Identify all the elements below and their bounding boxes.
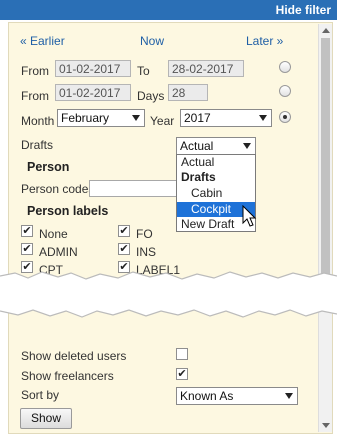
to-date-field[interactable]: 28-02-2017 [168, 60, 244, 77]
month-radio[interactable] [279, 111, 291, 123]
days-range-radio[interactable] [279, 85, 291, 97]
check-icon: ✔ [22, 225, 32, 237]
show-deleted-label: Show deleted users [21, 349, 127, 363]
scroll-up-icon[interactable] [322, 28, 330, 33]
sort-by-label: Sort by [21, 388, 60, 402]
date-range-radio[interactable] [279, 61, 291, 73]
drafts-value: Actual [180, 139, 214, 153]
check-icon: ✔ [22, 243, 32, 255]
year-select[interactable]: 2017 [180, 109, 272, 127]
person-codes-field[interactable] [89, 180, 181, 197]
year-value: 2017 [184, 111, 211, 125]
drafts-option-actual[interactable]: Actual [177, 155, 255, 170]
check-icon: ✔ [119, 243, 129, 255]
hide-filter-link[interactable]: Hide filter [276, 3, 331, 17]
caret-down-icon [285, 393, 293, 399]
caret-down-icon [243, 143, 251, 149]
mouse-pointer-icon [242, 205, 257, 227]
sort-by-value: Known As [180, 389, 234, 403]
show-button[interactable]: Show [20, 408, 72, 429]
label-ins-text: INS [136, 245, 157, 259]
sort-by-select[interactable]: Known As [176, 387, 298, 405]
year-label: Year [150, 114, 175, 128]
person-codes-label: Person codes [21, 182, 95, 196]
later-link[interactable]: Later » [246, 34, 283, 48]
label-none-checkbox[interactable]: ✔ [21, 225, 33, 237]
person-labels-heading: Person labels [27, 204, 109, 218]
check-icon: ✔ [119, 225, 129, 237]
label-admin-checkbox[interactable]: ✔ [21, 243, 33, 255]
drafts-option-cabin[interactable]: Cabin [177, 186, 255, 201]
now-link[interactable]: Now [140, 34, 164, 48]
vertical-scrollbar[interactable] [318, 24, 332, 432]
days-field[interactable]: 28 [168, 84, 208, 101]
month-value: February [61, 111, 110, 125]
scroll-down-icon[interactable] [322, 423, 330, 428]
caret-down-icon [259, 115, 267, 121]
earlier-link[interactable]: « Earlier [20, 34, 65, 48]
drafts-select[interactable]: Actual [176, 137, 256, 155]
from-label: From [21, 64, 49, 78]
label-admin-text: ADMIN [39, 245, 78, 259]
label-ins-checkbox[interactable]: ✔ [118, 243, 130, 255]
from-date-field[interactable]: 01-02-2017 [55, 60, 131, 77]
show-freelancers-checkbox[interactable]: ✔ [176, 368, 188, 380]
person-heading: Person [27, 160, 70, 174]
label-fo-checkbox[interactable]: ✔ [118, 225, 130, 237]
filter-header: Hide filter [0, 0, 337, 20]
caret-down-icon [132, 115, 140, 121]
show-freelancers-label: Show freelancers [21, 369, 114, 383]
from-label-2: From [21, 89, 49, 103]
days-label: Days [137, 89, 165, 103]
to-label: To [137, 64, 150, 78]
label-none-text: None [39, 227, 68, 241]
show-deleted-checkbox[interactable] [176, 348, 188, 360]
drafts-option-group-drafts: Drafts [181, 170, 216, 184]
label-fo-text: FO [136, 227, 153, 241]
from-date-field-2[interactable]: 01-02-2017 [55, 84, 131, 101]
torn-edge-divider [0, 271, 337, 318]
drafts-label: Drafts [21, 138, 54, 152]
month-select[interactable]: February [57, 109, 145, 127]
check-icon: ✔ [177, 368, 187, 380]
month-label: Month [21, 114, 55, 128]
scroll-thumb[interactable] [321, 38, 330, 278]
